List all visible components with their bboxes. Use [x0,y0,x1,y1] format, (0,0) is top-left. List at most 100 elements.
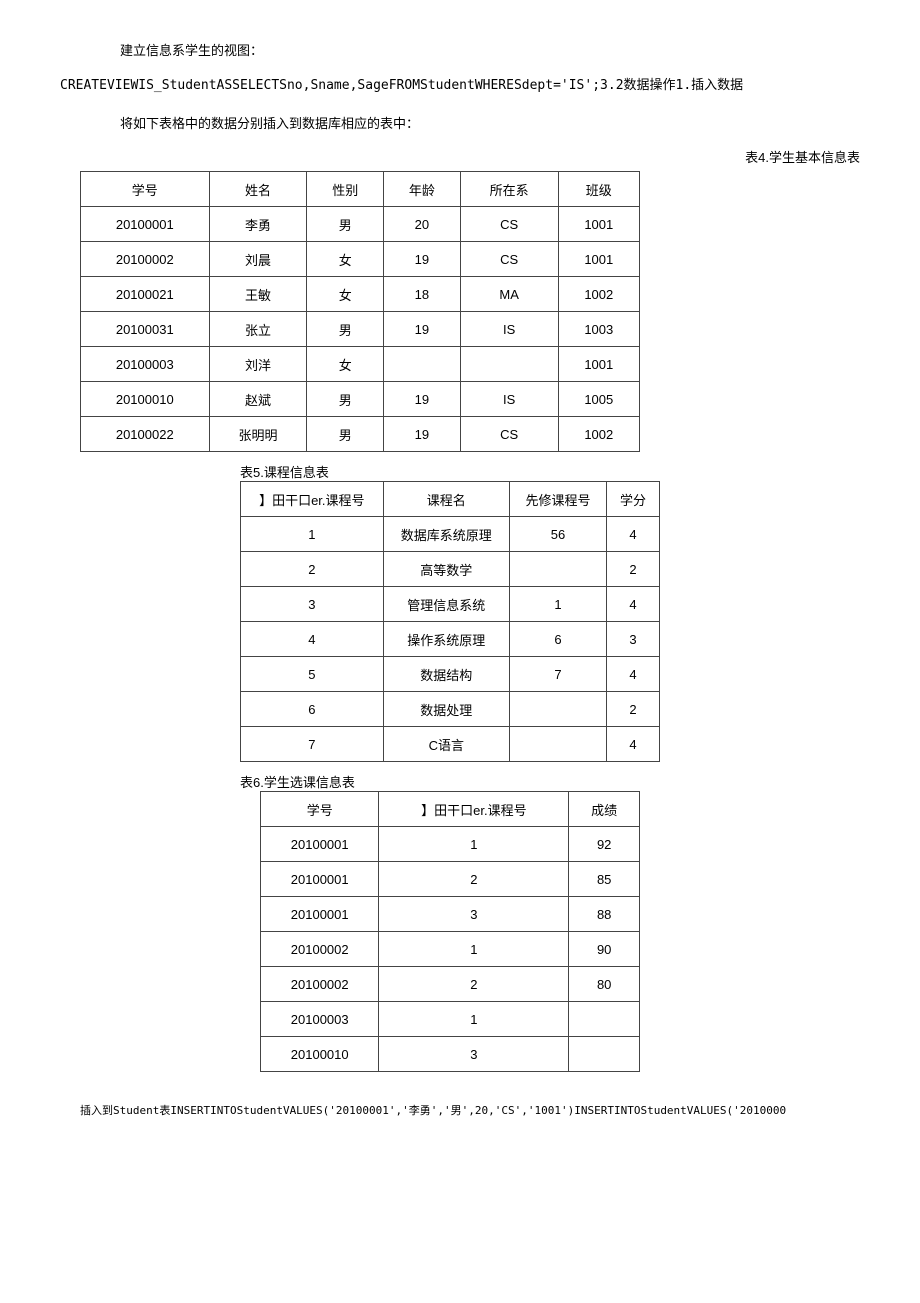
cell [460,347,558,382]
cell: 80 [569,967,640,1002]
table-row: 20100022张明明男19CS1002 [81,417,640,452]
cell: 数据结构 [383,657,509,692]
column-header: 成绩 [569,792,640,827]
cell: 20100010 [81,382,210,417]
cell: 1 [241,517,384,552]
cell: 2 [241,552,384,587]
cell: 高等数学 [383,552,509,587]
column-header: 班级 [558,172,639,207]
cell: 1005 [558,382,639,417]
column-header: 课程名 [383,482,509,517]
cell: 刘洋 [209,347,307,382]
table-row: 4操作系统原理63 [241,622,660,657]
cell: 19 [384,417,461,452]
table-row: 20100001388 [261,897,640,932]
cell: CS [460,417,558,452]
table-row: 2高等数学2 [241,552,660,587]
cell: C语言 [383,727,509,762]
cell: 女 [307,347,384,382]
cell [569,1002,640,1037]
column-header: 】田干口er.课程号 [379,792,569,827]
table-row: 6数据处理2 [241,692,660,727]
cell: 88 [569,897,640,932]
cell: 刘晨 [209,242,307,277]
cell: 20100002 [261,967,379,1002]
cell: 56 [509,517,606,552]
cell [509,727,606,762]
column-header: 】田干口er.课程号 [241,482,384,517]
paragraph-1: 建立信息系学生的视图： [120,40,860,59]
cell: 3 [241,587,384,622]
cell: 2 [606,692,659,727]
table-row: 20100002190 [261,932,640,967]
cell: IS [460,382,558,417]
table-row: 7C语言4 [241,727,660,762]
table-row: 20100003刘洋女1001 [81,347,640,382]
cell: 男 [307,417,384,452]
cell: 张明明 [209,417,307,452]
cell: 赵斌 [209,382,307,417]
cell: 1001 [558,242,639,277]
cell: 数据库系统原理 [383,517,509,552]
cell: 20100001 [261,897,379,932]
cell: 男 [307,312,384,347]
table-row: 20100002280 [261,967,640,1002]
cell: MA [460,277,558,312]
footer-code: 插入到Student表INSERTINTOStudentVALUES('2010… [80,1102,860,1118]
table-sc: 学号】田干口er.课程号成绩 2010000119220100001285201… [260,791,640,1072]
cell: 5 [241,657,384,692]
code-line-1: CREATEVIEWIS_StudentASSELECTSno,Sname,Sa… [60,74,860,93]
cell: 1001 [558,347,639,382]
cell: 7 [509,657,606,692]
cell: 1002 [558,277,639,312]
column-header: 性别 [307,172,384,207]
column-header: 学号 [81,172,210,207]
cell: 女 [307,242,384,277]
cell: 李勇 [209,207,307,242]
cell [509,552,606,587]
paragraph-2: 将如下表格中的数据分别插入到数据库相应的表中： [120,113,860,132]
table-row: 20100021王敏女18MA1002 [81,277,640,312]
table-students: 学号姓名性别年龄所在系班级 20100001李勇男20CS10012010000… [80,171,640,452]
cell: 女 [307,277,384,312]
cell: 2 [379,862,569,897]
cell: 20 [384,207,461,242]
cell: 1001 [558,207,639,242]
cell: CS [460,207,558,242]
cell: 4 [606,517,659,552]
table5-caption: 表5.课程信息表 [240,462,860,481]
cell: 数据处理 [383,692,509,727]
cell: 4 [606,587,659,622]
table-row: 201000031 [261,1002,640,1037]
cell: 20100001 [261,827,379,862]
cell: 男 [307,207,384,242]
cell: 20100031 [81,312,210,347]
cell: 操作系统原理 [383,622,509,657]
cell: 4 [241,622,384,657]
table-row: 20100001285 [261,862,640,897]
cell: 20100003 [261,1002,379,1037]
cell: 19 [384,382,461,417]
table-row: 1数据库系统原理564 [241,517,660,552]
cell: 王敏 [209,277,307,312]
column-header: 年龄 [384,172,461,207]
cell: 管理信息系统 [383,587,509,622]
cell: 4 [606,657,659,692]
cell: 20100010 [261,1037,379,1072]
cell: 7 [241,727,384,762]
column-header: 学号 [261,792,379,827]
cell: IS [460,312,558,347]
table-row: 3管理信息系统14 [241,587,660,622]
cell: 3 [606,622,659,657]
cell: 1 [379,932,569,967]
table6-caption: 表6.学生选课信息表 [240,772,860,791]
column-header: 姓名 [209,172,307,207]
cell: 19 [384,312,461,347]
cell: 92 [569,827,640,862]
table-row: 201000103 [261,1037,640,1072]
table-row: 20100002刘晨女19CS1001 [81,242,640,277]
cell: 2 [379,967,569,1002]
cell: 90 [569,932,640,967]
column-header: 先修课程号 [509,482,606,517]
cell: 20100001 [261,862,379,897]
